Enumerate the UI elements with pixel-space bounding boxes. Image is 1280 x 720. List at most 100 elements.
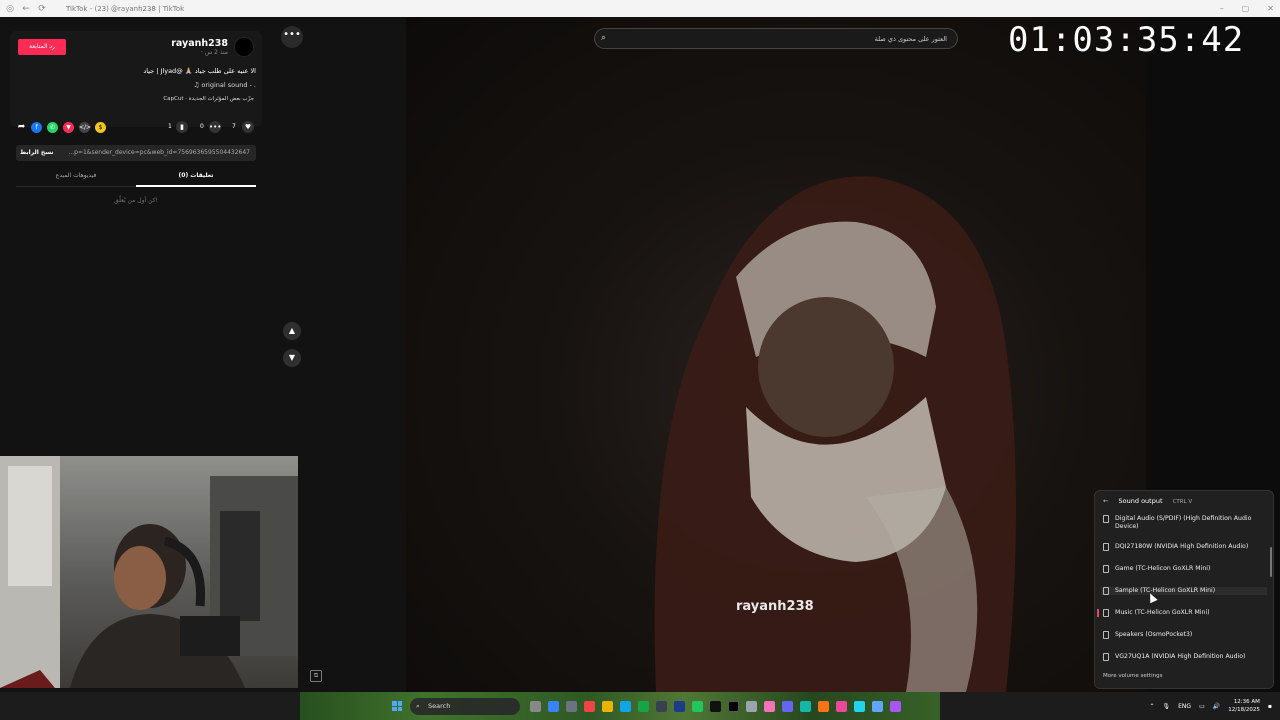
obs-icon[interactable] — [656, 701, 667, 712]
back-icon[interactable]: ← — [20, 3, 32, 15]
app-icon[interactable] — [764, 701, 775, 712]
next-video-button[interactable]: ▼ — [283, 349, 301, 367]
browser-menu-icon[interactable]: ◎ — [4, 3, 16, 15]
tiktok-icon[interactable] — [728, 701, 739, 712]
steam-icon[interactable] — [674, 701, 685, 712]
shortcut-hint: CTRL V — [1172, 499, 1193, 505]
whatsapp-icon[interactable]: ✆ — [47, 122, 58, 133]
comment-icon[interactable]: ••• — [209, 121, 221, 133]
capcut-icon[interactable] — [710, 701, 721, 712]
device-label: DQI27180W (NVIDIA High Definition Audio) — [1115, 543, 1249, 550]
browser-titlebar: ◎ ← ⟳ TikTok - (23) @rayanh238 | TikTok … — [0, 0, 1280, 17]
search-icon: ⌕ — [601, 33, 607, 43]
sound-device-item[interactable]: Speakers (OsmoPocket3) — [1101, 631, 1267, 639]
device-label: Sample (TC-Helicon GoXLR Mini) — [1115, 587, 1216, 594]
video-player[interactable]: rayanh238 — [406, 17, 1146, 692]
post-time: · منذ 2 س — [201, 49, 228, 56]
tab-creator-videos[interactable]: فيديوهات المبدع — [16, 167, 136, 187]
speaker-device-icon — [1103, 565, 1109, 573]
sound-output-header: ← Sound output CTRL V — [1103, 497, 1192, 505]
previous-video-button[interactable]: ▲ — [283, 322, 301, 340]
tab-title[interactable]: TikTok - (23) @rayanh238 | TikTok — [66, 5, 184, 13]
capcut-link[interactable]: CapCut · جرّب بعض المؤثرات الجديدة — [20, 96, 254, 102]
windows-start-icon[interactable] — [392, 701, 402, 711]
app-icon[interactable] — [872, 701, 883, 712]
facebook-icon[interactable]: f — [31, 122, 42, 133]
brave-browser-icon[interactable] — [584, 701, 595, 712]
file-explorer-icon[interactable] — [602, 701, 613, 712]
share-url[interactable]: ...p=1&sender_device=pc&web_id=756963659… — [62, 145, 250, 161]
volume-icon[interactable]: 🔊 — [1213, 703, 1220, 710]
video-overlay-username: rayanh238 — [736, 599, 814, 614]
chevron-up-icon[interactable]: ⌃ — [1149, 703, 1154, 710]
edge-icon[interactable] — [620, 701, 631, 712]
share-icon[interactable]: ➦ — [16, 122, 27, 133]
app-icon[interactable] — [854, 701, 865, 712]
speaker-device-icon — [1103, 609, 1109, 617]
search-input[interactable]: العثور على محتوى ذي صلة — [875, 29, 947, 49]
app-icon[interactable] — [890, 701, 901, 712]
more-volume-settings-link[interactable]: More volume settings — [1103, 673, 1162, 679]
post-username[interactable]: rayanh238 — [150, 38, 228, 49]
embed-icon[interactable]: </> — [79, 122, 91, 133]
speaker-device-icon — [1103, 587, 1109, 595]
sound-device-item[interactable]: Digital Audio (S/PDIF) (High Definition … — [1101, 515, 1267, 531]
bookmark-icon[interactable]: ▮ — [176, 121, 188, 133]
share-link-box: نسخ الرابط ...p=1&sender_device=pc&web_i… — [16, 145, 256, 161]
comment-count: 0 — [200, 123, 204, 130]
discord-icon[interactable] — [782, 701, 793, 712]
notification-icon[interactable]: ▪ — [1268, 703, 1272, 710]
task-view-icon[interactable] — [530, 701, 541, 712]
like-count: 7 — [232, 123, 236, 130]
maximize-button[interactable]: ▢ — [1242, 0, 1250, 17]
copilot-icon[interactable] — [548, 701, 559, 712]
app-icon[interactable] — [746, 701, 757, 712]
clock-date: 12/18/2025 — [1228, 707, 1260, 713]
minecraft-icon[interactable] — [692, 701, 703, 712]
close-button[interactable]: ✕ — [1267, 0, 1274, 17]
sound-device-item[interactable]: Game (TC-Helicon GoXLR Mini) — [1101, 565, 1267, 573]
reload-icon[interactable]: ⟳ — [36, 3, 48, 15]
sound-output-flyout: ← Sound output CTRL V Digital Audio (S/P… — [1094, 490, 1274, 689]
tab-comments[interactable]: تعليقات (0) — [136, 167, 256, 187]
webcam-scene — [0, 456, 298, 688]
speaker-device-icon — [1103, 543, 1109, 551]
network-icon[interactable]: ▭ — [1199, 703, 1205, 710]
microphone-icon[interactable]: 🎙 — [1163, 703, 1171, 710]
coin-icon[interactable]: $ — [95, 122, 106, 133]
action-bar: ➦ f ✆ ▼ </> $ 1 ▮ 0 ••• 7 ♥ — [16, 121, 256, 135]
taskbar-clock[interactable]: 12:36 AM 12/18/2025 — [1228, 698, 1260, 714]
sound-device-item[interactable]: DQI27180W (NVIDIA High Definition Audio) — [1101, 543, 1267, 551]
sound-name: original sound - . — [201, 81, 256, 89]
system-tray: ⌃ 🎙 ENG ▭ 🔊 12:36 AM 12/18/2025 ▪ — [1149, 692, 1272, 720]
clock-time: 12:36 AM — [1233, 699, 1260, 705]
sound-device-item[interactable]: Sample (TC-Helicon GoXLR Mini) — [1101, 587, 1267, 595]
sound-link[interactable]: ♫ original sound - . — [20, 81, 256, 89]
minimize-button[interactable]: – — [1220, 0, 1224, 17]
device-label: Speakers (OsmoPocket3) — [1115, 631, 1193, 638]
app-icon[interactable] — [836, 701, 847, 712]
speaker-device-icon — [1103, 515, 1109, 523]
back-arrow-icon[interactable]: ← — [1103, 497, 1108, 505]
terminal-icon[interactable] — [566, 701, 577, 712]
search-bar[interactable]: ⌕ العثور على محتوى ذي صلة — [594, 28, 958, 49]
picture-in-picture-icon[interactable]: ⧉ — [310, 670, 322, 682]
language-indicator[interactable]: ENG — [1178, 703, 1191, 710]
chrome-icon[interactable] — [638, 701, 649, 712]
taskbar-search[interactable]: ⌕ Search — [410, 698, 520, 715]
tiktok-share-icon[interactable]: ▼ — [63, 122, 74, 133]
avatar[interactable] — [234, 37, 254, 57]
flyout-scrollbar[interactable] — [1270, 547, 1272, 577]
copy-link-button[interactable]: نسخ الرابط — [20, 145, 54, 161]
app-icon[interactable] — [818, 701, 829, 712]
sound-device-item[interactable]: VG27UQ1A (NVIDIA High Definition Audio) — [1101, 653, 1267, 661]
more-options-button[interactable]: ••• — [281, 26, 303, 48]
sound-device-item-selected[interactable]: Music (TC-Helicon GoXLR Mini) — [1097, 609, 1267, 617]
heart-icon[interactable]: ♥ — [242, 121, 254, 133]
video-frame — [654, 176, 1016, 692]
speaker-device-icon — [1103, 653, 1109, 661]
app-icon[interactable] — [800, 701, 811, 712]
empty-comments-text: كن أول من يُعلّق! — [114, 197, 158, 204]
post-caption: الا عنيه على طلب جياد 🙏🏼 @Jlyad | جياد — [143, 67, 256, 75]
follow-back-button[interactable]: رد المتابعة — [18, 39, 66, 55]
